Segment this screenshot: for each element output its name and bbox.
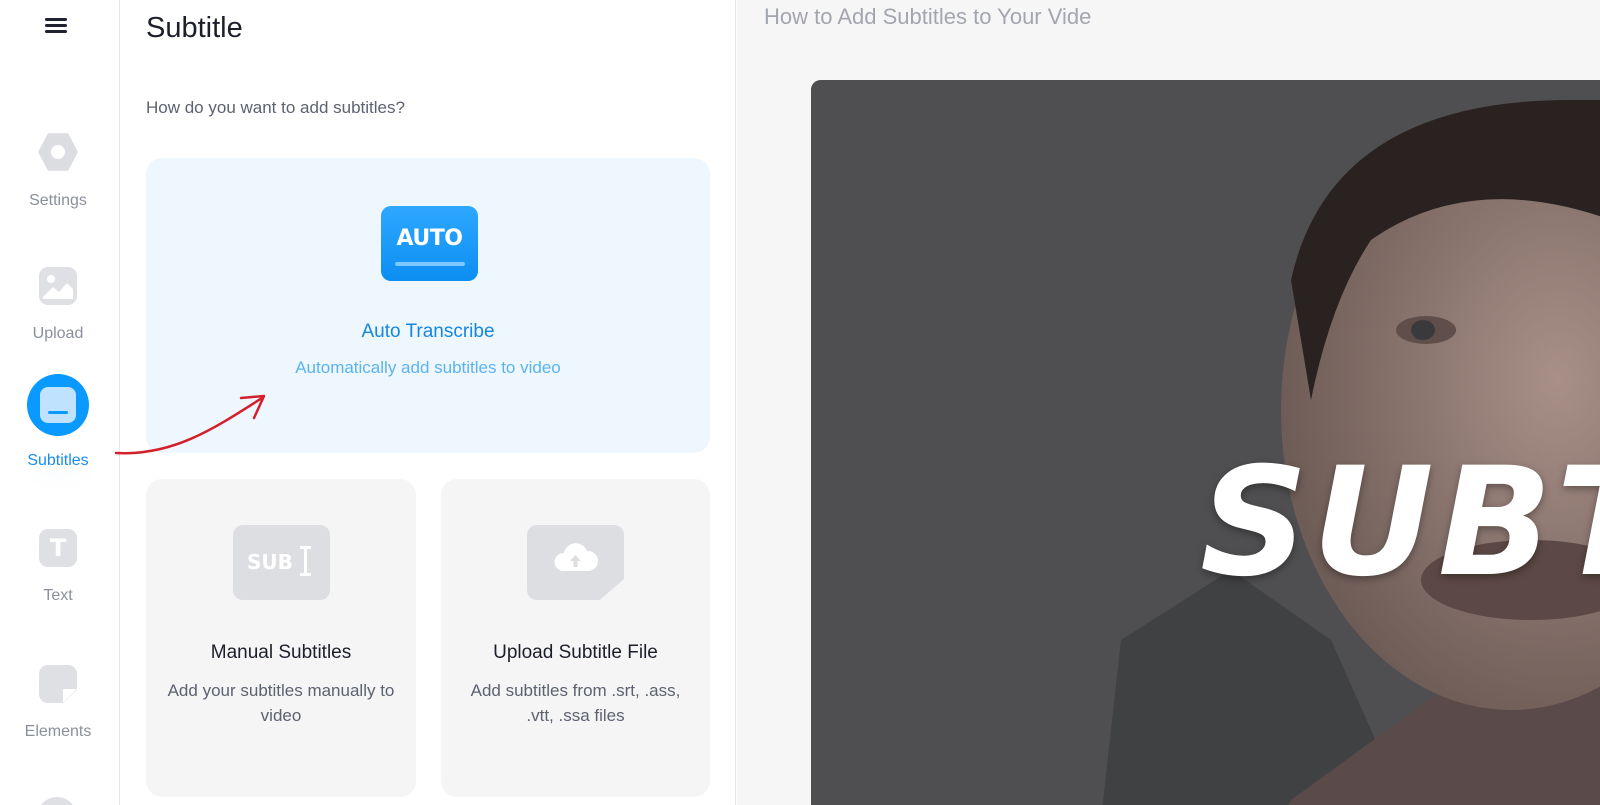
hamburger-icon[interactable] xyxy=(45,16,69,34)
manual-subtitles-title: Manual Subtitles xyxy=(210,642,352,663)
video-title: How to Add Subtitles to Your Vide xyxy=(764,4,1092,29)
auto-icon: AUTO xyxy=(381,206,478,281)
nav-label: Elements xyxy=(24,723,92,740)
nav-label: Subtitles xyxy=(27,452,89,469)
text-icon: T xyxy=(39,529,77,567)
nav-label: Settings xyxy=(29,192,87,209)
nav-item-subtitles[interactable]: Subtitles xyxy=(0,362,116,472)
nav-item-upload[interactable]: Upload xyxy=(0,243,116,353)
image-icon xyxy=(39,267,77,305)
auto-badge-text: AUTO xyxy=(396,226,463,251)
auto-transcribe-subtitle: Automatically add subtitles to video xyxy=(295,358,561,377)
sticker-icon xyxy=(39,665,77,703)
nav-label: Upload xyxy=(32,325,84,342)
subtitle-overlay-text: SUBTI xyxy=(1200,436,1600,610)
sub-badge-text: SUB xyxy=(247,550,293,574)
auto-transcribe-title: Auto Transcribe xyxy=(361,321,495,342)
nav-item-settings[interactable]: Settings xyxy=(0,108,116,218)
video-frame[interactable]: SUBTI xyxy=(811,80,1600,805)
auto-transcribe-card[interactable]: AUTO Auto Transcribe Automatically add s… xyxy=(146,158,710,453)
manual-subtitles-subtitle: Add your subtitles manually to video xyxy=(167,681,395,725)
subtitles-icon xyxy=(27,374,89,436)
sub-text-cursor-icon: SUB xyxy=(233,525,330,600)
gear-icon xyxy=(38,133,78,171)
cloud-upload-icon xyxy=(527,525,624,600)
video-preview-area: How to Add Subtitles to Your Vide SUBTI xyxy=(737,0,1600,805)
panel-title: Subtitle xyxy=(146,12,243,44)
left-rail: Settings Upload Subtitles T Text Element… xyxy=(0,0,120,805)
subtitle-panel: Subtitle How do you want to add subtitle… xyxy=(120,0,736,805)
more-nav-icon[interactable] xyxy=(37,797,77,805)
nav-item-elements[interactable]: Elements xyxy=(0,641,116,751)
manual-subtitles-card[interactable]: SUB Manual Subtitles Add your subtitles … xyxy=(146,479,416,797)
upload-subtitle-file-card[interactable]: Upload Subtitle File Add subtitles from … xyxy=(441,479,710,797)
nav-label: Text xyxy=(43,587,73,604)
upload-subtitle-title: Upload Subtitle File xyxy=(493,642,658,663)
nav-item-text[interactable]: T Text xyxy=(0,505,116,615)
upload-subtitle-subtitle: Add subtitles from .srt, .ass, .vtt, .ss… xyxy=(470,681,681,725)
panel-question: How do you want to add subtitles? xyxy=(146,98,405,117)
